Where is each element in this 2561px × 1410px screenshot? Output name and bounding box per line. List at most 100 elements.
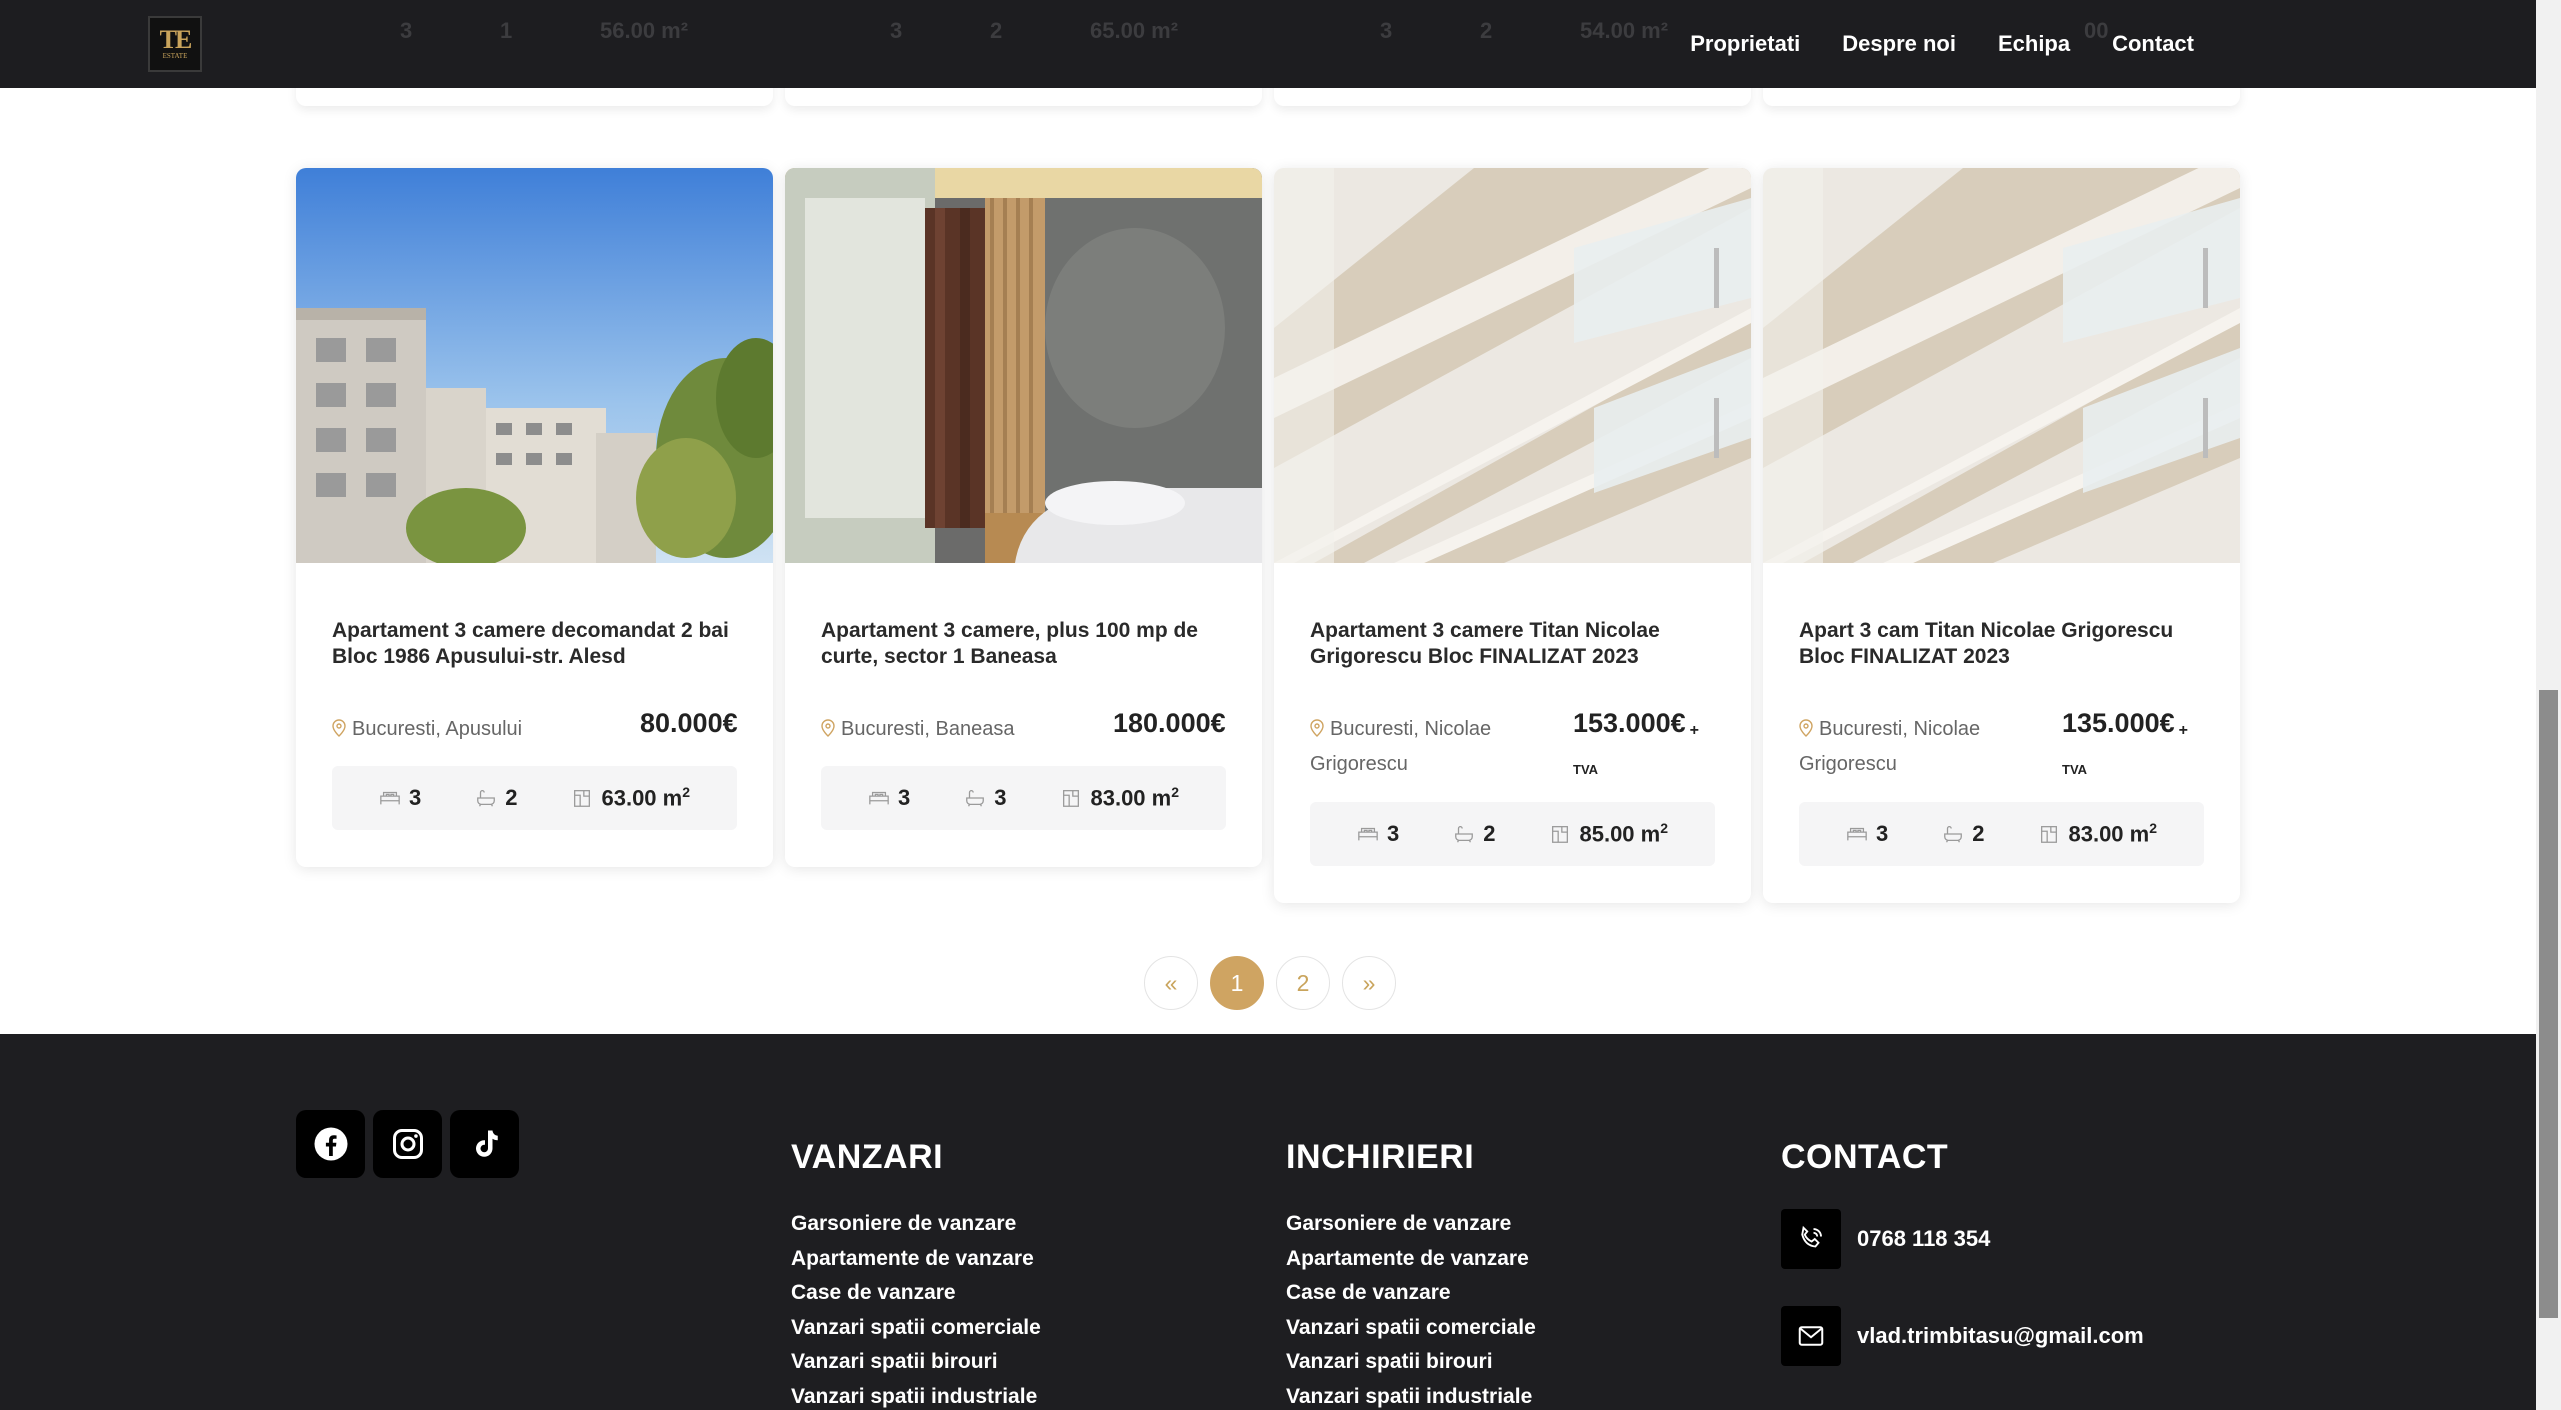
pagination-page-1[interactable]: 1 <box>1210 956 1264 1010</box>
listing-price: 180.000€ <box>1113 708 1226 739</box>
contact-email[interactable]: vlad.trimbitasu@gmail.com <box>1781 1306 2144 1366</box>
footer-link-spatii-industriale[interactable]: Vanzari spatii industriale <box>791 1380 1041 1410</box>
listing-title[interactable]: Apart 3 cam Titan Nicolae Grigorescu Blo… <box>1799 618 2209 670</box>
bed-icon <box>380 791 400 805</box>
tiktok-link[interactable] <box>450 1110 519 1178</box>
prev-baths: 1 <box>500 18 513 43</box>
location-text: Bucuresti, Apusului <box>352 718 523 740</box>
site-logo[interactable]: TE ESTATE <box>148 16 202 72</box>
area-text: 83.00 m <box>1090 785 1172 811</box>
listing-location: Bucuresti, Apusului <box>332 712 542 747</box>
area-value: 83.00 m2 <box>2068 820 2157 847</box>
area-value: 63.00 m2 <box>601 784 690 811</box>
footer-link-spatii-comerciale[interactable]: Vanzari spatii comerciale <box>1286 1311 1536 1346</box>
location-pin-icon <box>1799 719 1813 737</box>
location-pin-icon <box>821 719 835 737</box>
listing-card[interactable]: Apartament 3 camere, plus 100 mp de curt… <box>785 168 1262 867</box>
social-links <box>296 1110 519 1178</box>
area-feature: 83.00 m2 <box>1060 784 1179 811</box>
bed-icon <box>1847 827 1867 841</box>
area-value: 85.00 m2 <box>1579 820 1668 847</box>
prev-baths: 2 <box>990 18 1003 43</box>
beds-count: 3 <box>1386 821 1400 846</box>
footer-link-apartamente[interactable]: Apartamente de vanzare <box>1286 1242 1536 1277</box>
area-icon <box>1063 790 1080 807</box>
baths-feature: 2 <box>1453 821 1495 847</box>
top-navbar: TE ESTATE Proprietati Despre noi Echipa … <box>0 0 2536 88</box>
scrollbar-thumb[interactable] <box>2539 690 2558 1318</box>
baths-count: 2 <box>1972 821 1985 846</box>
location-text: Bucuresti, Nicolae Grigorescu <box>1799 718 1981 775</box>
facebook-link[interactable] <box>296 1110 365 1178</box>
area-feature: 83.00 m2 <box>2038 820 2157 847</box>
beds-count: 3 <box>897 785 911 810</box>
beds-count: 3 <box>1875 821 1889 846</box>
price-plus: + <box>2178 722 2188 739</box>
price-plus: + <box>1689 722 1699 739</box>
nav-link-echipa[interactable]: Echipa <box>1998 31 2070 57</box>
listing-photo[interactable] <box>1274 168 1751 563</box>
prev-area: 65.00 m² <box>1090 18 1179 43</box>
area-value: 83.00 m2 <box>1090 784 1179 811</box>
listing-features: 3 3 83.00 m2 <box>821 766 1226 830</box>
logo-monogram: TE <box>159 25 193 54</box>
footer-link-apartamente[interactable]: Apartamente de vanzare <box>791 1242 1041 1277</box>
footer-link-case[interactable]: Case de vanzare <box>791 1276 1041 1311</box>
listing-location: Bucuresti, Baneasa <box>821 712 1031 747</box>
listing-title[interactable]: Apartament 3 camere decomandat 2 bai Blo… <box>332 618 742 670</box>
baths-feature: 2 <box>1942 821 1984 847</box>
prev-card-1-features: 3 1 56.00 m² <box>400 18 688 48</box>
price-value: 135.000€ <box>2062 708 2175 738</box>
prev-beds: 3 <box>400 18 413 43</box>
contact-phone[interactable]: 0768 118 354 <box>1781 1209 1990 1269</box>
beds-feature: 3 <box>379 785 421 811</box>
nav-link-contact[interactable]: Contact <box>2112 31 2194 57</box>
location-text: Bucuresti, Baneasa <box>841 718 1015 740</box>
area-icon <box>2041 826 2058 843</box>
location-text: Bucuresti, Nicolae Grigorescu <box>1310 718 1492 775</box>
listing-price: 80.000€ <box>640 708 738 739</box>
listing-location: Bucuresti, Nicolae Grigorescu <box>1799 712 2009 782</box>
bath-icon <box>1944 826 1963 843</box>
site-footer: VANZARI Garsoniere de vanzare Apartament… <box>0 1034 2536 1410</box>
prev-area: 00 <box>2084 18 2109 43</box>
footer-link-spatii-comerciale[interactable]: Vanzari spatii comerciale <box>791 1311 1041 1346</box>
footer-link-case[interactable]: Case de vanzare <box>1286 1276 1536 1311</box>
price-tva: TVA <box>1573 762 1599 777</box>
instagram-link[interactable] <box>373 1110 442 1178</box>
email-icon-box <box>1781 1306 1841 1366</box>
listing-photo[interactable] <box>1763 168 2240 563</box>
listing-photo[interactable] <box>785 168 1262 563</box>
price-value: 180.000€ <box>1113 708 1226 738</box>
area-text: 63.00 m <box>601 785 683 811</box>
nav-link-despre-noi[interactable]: Despre noi <box>1842 31 1956 57</box>
pagination-next-button[interactable]: » <box>1342 956 1396 1010</box>
footer-link-spatii-birouri[interactable]: Vanzari spatii birouri <box>1286 1345 1536 1380</box>
listing-card[interactable]: Apart 3 cam Titan Nicolae Grigorescu Blo… <box>1763 168 2240 903</box>
listing-photo[interactable] <box>296 168 773 563</box>
footer-link-spatii-birouri[interactable]: Vanzari spatii birouri <box>791 1345 1041 1380</box>
area-icon <box>574 790 591 807</box>
pagination-page-2[interactable]: 2 <box>1276 956 1330 1010</box>
listing-title[interactable]: Apartament 3 camere, plus 100 mp de curt… <box>821 618 1231 670</box>
facebook-icon <box>314 1127 347 1161</box>
listing-card[interactable]: Apartament 3 camere Titan Nicolae Grigor… <box>1274 168 1751 903</box>
area-unit-sup: 2 <box>1660 820 1669 837</box>
prev-area: 54.00 m² <box>1580 18 1669 43</box>
nav-link-proprietati[interactable]: Proprietati <box>1690 31 1800 57</box>
footer-link-garsoniere[interactable]: Garsoniere de vanzare <box>791 1207 1041 1242</box>
bath-icon <box>966 790 985 807</box>
pagination-prev-button[interactable]: « <box>1144 956 1198 1010</box>
area-feature: 63.00 m2 <box>571 784 690 811</box>
listing-card[interactable]: Apartament 3 camere decomandat 2 bai Blo… <box>296 168 773 867</box>
footer-link-garsoniere[interactable]: Garsoniere de vanzare <box>1286 1207 1536 1242</box>
prev-baths: 2 <box>1480 18 1493 43</box>
beds-feature: 3 <box>1357 821 1399 847</box>
baths-count: 2 <box>1483 821 1496 846</box>
footer-heading-vanzari: VANZARI <box>791 1138 944 1176</box>
page-scrollbar[interactable] <box>2536 0 2561 1410</box>
listing-features: 3 2 63.00 m2 <box>332 766 737 830</box>
footer-inchirieri-column: INCHIRIERI Garsoniere de vanzare Apartam… <box>1286 1138 1536 1410</box>
listing-title[interactable]: Apartament 3 camere Titan Nicolae Grigor… <box>1310 618 1720 670</box>
footer-link-spatii-industriale[interactable]: Vanzari spatii industriale <box>1286 1380 1536 1410</box>
